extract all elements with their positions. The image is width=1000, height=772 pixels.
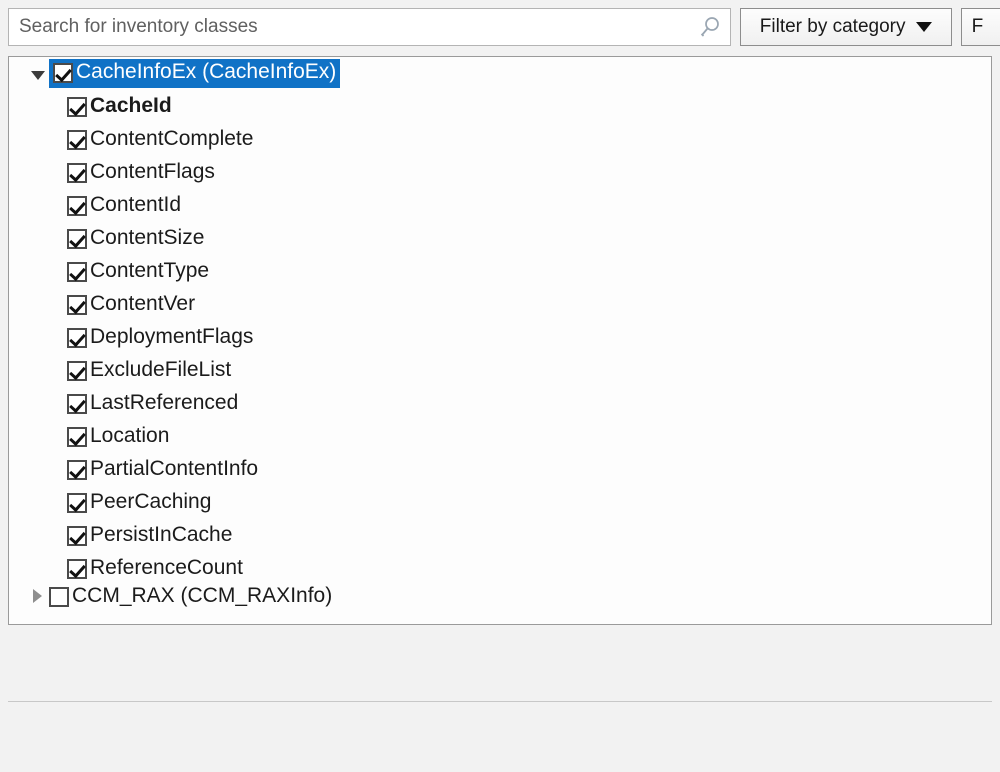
tree-row[interactable]: ContentFlags xyxy=(9,156,991,189)
tree-row[interactable]: ContentVer xyxy=(9,288,991,321)
search-icon[interactable] xyxy=(698,15,722,39)
tree-node-label: DeploymentFlags xyxy=(90,325,254,348)
tree-node[interactable]: ContentSize xyxy=(67,227,204,250)
checkbox-checked[interactable] xyxy=(67,327,87,348)
tree-node[interactable]: ContentFlags xyxy=(67,161,215,184)
inventory-class-selector-dialog: Filter by category F CacheInfoEx (CacheI… xyxy=(0,0,1000,772)
tree-node-label: CCM_RAX (CCM_RAXInfo) xyxy=(72,585,333,607)
checkbox-checked[interactable] xyxy=(67,162,87,183)
tree-node-label: ReferenceCount xyxy=(90,556,243,579)
search-input[interactable] xyxy=(9,10,699,44)
checkbox-checked[interactable] xyxy=(67,492,87,513)
tree-row[interactable]: CacheId xyxy=(9,90,991,123)
chevron-down-icon xyxy=(915,22,932,32)
checkbox-checked[interactable] xyxy=(67,294,87,315)
tree-content: CacheInfoEx (CacheInfoEx)CacheInfoEx (Ca… xyxy=(9,57,991,607)
expand-triangle-icon[interactable] xyxy=(27,585,49,607)
tree-node[interactable]: ContentComplete xyxy=(67,128,253,151)
tree-row[interactable]: CCM_RAX (CCM_RAXInfo) xyxy=(9,585,991,607)
checkbox-checked[interactable] xyxy=(67,525,87,546)
checkbox-checked[interactable] xyxy=(53,62,73,83)
tree-node[interactable]: PeerCaching xyxy=(67,491,211,514)
tree-node-label: PeerCaching xyxy=(90,490,212,513)
tree-row[interactable]: ContentComplete xyxy=(9,123,991,156)
action-button-bar: Import... Export... Add... xyxy=(0,628,1000,702)
tree-row[interactable]: DeploymentFlags xyxy=(9,321,991,354)
tree-row[interactable]: ContentId xyxy=(9,189,991,222)
overflow-button-clipped[interactable]: F xyxy=(960,8,1000,46)
filter-by-category-label: Filter by category xyxy=(759,16,906,37)
overflow-button-label: F xyxy=(971,16,984,37)
tree-node-label: CacheInfoEx (CacheInfoEx) xyxy=(76,60,337,83)
search-box[interactable] xyxy=(8,8,731,46)
checkbox-unchecked[interactable] xyxy=(49,586,69,607)
checkbox-checked[interactable] xyxy=(67,426,87,447)
tree-node[interactable]: DeploymentFlags xyxy=(67,326,253,349)
tree-node[interactable]: PartialContentInfo xyxy=(67,458,258,481)
checkbox-checked[interactable] xyxy=(67,129,87,150)
tree-node[interactable]: ReferenceCount xyxy=(67,557,243,580)
tree-row[interactable]: CacheInfoEx (CacheInfoEx) xyxy=(9,57,991,90)
checkbox-checked[interactable] xyxy=(67,459,87,480)
tree-row[interactable]: LastReferenced xyxy=(9,387,991,420)
tree-node[interactable]: CCM_RAX (CCM_RAXInfo) xyxy=(49,585,332,607)
checkbox-checked[interactable] xyxy=(67,96,87,117)
tree-row[interactable]: ContentSize xyxy=(9,222,991,255)
tree-node[interactable]: PersistInCache xyxy=(67,524,232,547)
inventory-class-tree[interactable]: CacheInfoEx (CacheInfoEx)CacheInfoEx (Ca… xyxy=(8,56,992,625)
tree-node-label: ContentComplete xyxy=(90,127,254,150)
toolbar: Filter by category F xyxy=(0,0,1000,55)
tree-node-label: ContentFlags xyxy=(90,160,215,183)
tree-node-label: PersistInCache xyxy=(90,523,233,546)
tree-row[interactable]: PersistInCache xyxy=(9,519,991,552)
tree-node-label: LastReferenced xyxy=(90,391,239,414)
dialog-footer: OK xyxy=(0,702,1000,772)
tree-node[interactable]: CacheInfoEx (CacheInfoEx) xyxy=(49,59,341,88)
tree-row[interactable]: ReferenceCount xyxy=(9,552,991,585)
tree-node[interactable]: ExcludeFileList xyxy=(67,359,231,382)
tree-row[interactable]: Location xyxy=(9,420,991,453)
tree-node-label: ContentSize xyxy=(90,226,205,249)
collapse-triangle-icon[interactable] xyxy=(27,63,49,85)
tree-row[interactable]: ContentType xyxy=(9,255,991,288)
checkbox-checked[interactable] xyxy=(67,558,87,579)
tree-node[interactable]: ContentId xyxy=(67,194,181,217)
tree-node-label: Location xyxy=(90,424,170,447)
checkbox-checked[interactable] xyxy=(67,228,87,249)
checkbox-checked[interactable] xyxy=(67,393,87,414)
tree-row[interactable]: ExcludeFileList xyxy=(9,354,991,387)
tree-row[interactable]: PeerCaching xyxy=(9,486,991,519)
tree-row[interactable]: PartialContentInfo xyxy=(9,453,991,486)
tree-node[interactable]: ContentVer xyxy=(67,293,195,316)
checkbox-checked[interactable] xyxy=(67,261,87,282)
tree-node-label: ContentId xyxy=(90,193,182,216)
tree-node[interactable]: ContentType xyxy=(67,260,209,283)
filter-by-category-button[interactable]: Filter by category xyxy=(739,8,952,46)
tree-node[interactable]: LastReferenced xyxy=(67,392,238,415)
checkbox-checked[interactable] xyxy=(67,360,87,381)
tree-node-label: ContentVer xyxy=(90,292,196,315)
checkbox-checked[interactable] xyxy=(67,195,87,216)
tree-node-label: ExcludeFileList xyxy=(90,358,232,381)
tree-node[interactable]: Location xyxy=(67,425,169,448)
tree-node-label: ContentType xyxy=(90,259,210,282)
tree-node[interactable]: CacheId xyxy=(67,95,172,118)
tree-node-label: CacheId xyxy=(90,94,172,117)
tree-node-label: PartialContentInfo xyxy=(90,457,259,480)
